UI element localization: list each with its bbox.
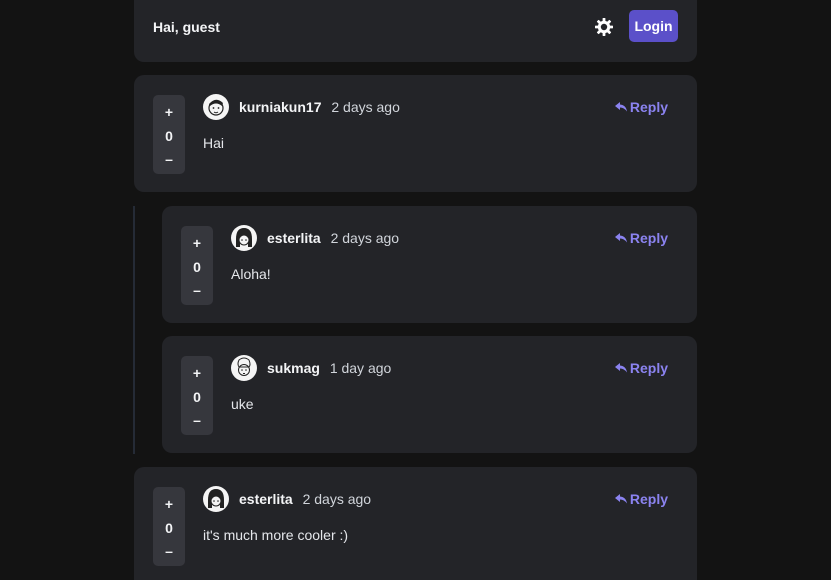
reply-label: Reply xyxy=(629,99,668,115)
comment-meta: kurniakun17 2 days ago xyxy=(239,99,400,115)
avatar xyxy=(203,94,229,120)
reply-button[interactable]: Reply xyxy=(614,491,668,507)
timestamp: 2 days ago xyxy=(331,99,400,115)
comment-text: uke xyxy=(231,396,254,412)
upvote-button[interactable]: + xyxy=(193,234,201,252)
comment-text: Hai xyxy=(203,135,225,151)
reply-button[interactable]: Reply xyxy=(614,360,668,376)
reply-button[interactable]: Reply xyxy=(614,230,668,246)
downvote-button[interactable]: – xyxy=(165,150,173,168)
sun-icon[interactable] xyxy=(594,17,614,37)
reply-icon xyxy=(614,233,627,243)
vote-box: + 0 – xyxy=(181,226,213,305)
avatar xyxy=(231,355,257,381)
reply-comment-card: + 0 – sukmag 1 day ago Reply uke xyxy=(162,336,697,453)
timestamp: 2 days ago xyxy=(330,230,400,246)
avatar xyxy=(203,486,229,512)
downvote-button[interactable]: – xyxy=(193,411,201,429)
login-button[interactable]: Login xyxy=(629,10,678,42)
username[interactable]: esterlita xyxy=(239,491,293,507)
vote-count: 0 xyxy=(165,127,173,144)
reply-comment-card: + 0 – esterlita 2 days ago Reply Aloha! xyxy=(162,206,697,323)
downvote-button[interactable]: – xyxy=(193,281,201,299)
greeting-text: Hai, guest xyxy=(153,19,220,35)
vote-box: + 0 – xyxy=(153,487,185,566)
comment-card: + 0 – esterlita 2 days ago Reply it's mu… xyxy=(134,467,697,580)
reply-icon xyxy=(614,102,627,112)
comment-meta: esterlita 2 days ago xyxy=(267,230,399,246)
comment-card: + 0 – kurniakun17 2 days ago Reply Hai xyxy=(134,75,697,192)
timestamp: 1 day ago xyxy=(329,360,392,376)
username[interactable]: kurniakun17 xyxy=(239,99,321,115)
upvote-button[interactable]: + xyxy=(165,103,173,121)
reply-icon xyxy=(614,363,627,373)
upvote-button[interactable]: + xyxy=(165,495,173,513)
comment-text: Aloha! xyxy=(231,266,271,282)
username[interactable]: esterlita xyxy=(267,230,321,246)
comment-meta: sukmag 1 day ago xyxy=(267,360,391,376)
reply-label: Reply xyxy=(629,491,668,507)
comment-meta: esterlita 2 days ago xyxy=(239,491,371,507)
vote-count: 0 xyxy=(193,388,201,405)
avatar xyxy=(231,225,257,251)
upvote-button[interactable]: + xyxy=(193,364,201,382)
thread-line xyxy=(133,206,135,454)
reply-label: Reply xyxy=(629,230,668,246)
reply-label: Reply xyxy=(629,360,668,376)
comment-text: it's much more cooler :) xyxy=(203,527,349,543)
reply-button[interactable]: Reply xyxy=(614,99,668,115)
vote-count: 0 xyxy=(165,519,173,536)
vote-box: + 0 – xyxy=(153,95,185,174)
username[interactable]: sukmag xyxy=(267,360,320,376)
vote-box: + 0 – xyxy=(181,356,213,435)
top-bar: Hai, guest Login xyxy=(134,0,697,62)
vote-count: 0 xyxy=(193,258,201,275)
downvote-button[interactable]: – xyxy=(165,542,173,560)
reply-icon xyxy=(614,494,627,504)
timestamp: 2 days ago xyxy=(302,491,372,507)
